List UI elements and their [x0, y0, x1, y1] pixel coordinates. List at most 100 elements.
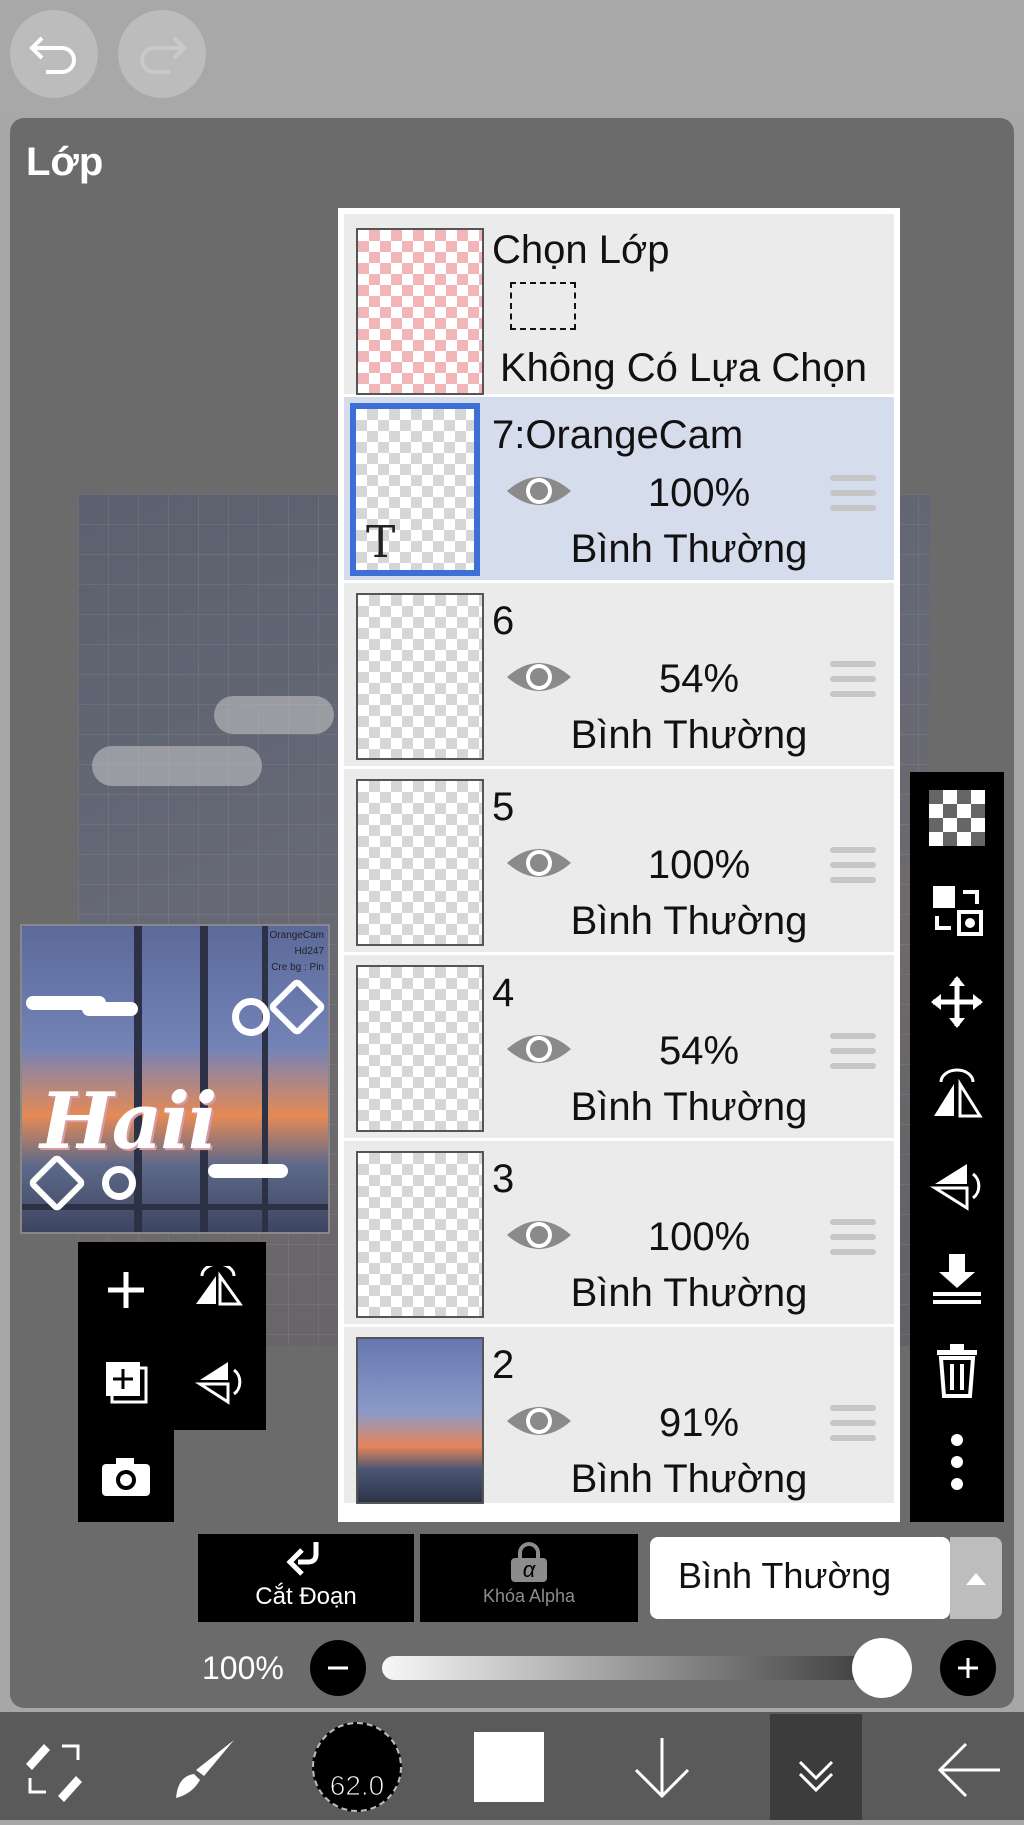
layer-blend-mode: Bình Thường: [570, 1457, 808, 1501]
layer-name: 4: [492, 971, 515, 1015]
checkerboard-icon: [929, 790, 985, 846]
transparency-button[interactable]: [910, 772, 1004, 864]
drag-handle-icon[interactable]: [830, 847, 876, 887]
undo-button[interactable]: [10, 10, 98, 98]
selection-subtitle: Không Có Lựa Chọn: [500, 346, 868, 390]
layer-thumbnail: [356, 965, 484, 1132]
layers-list: Chọn Lớp Không Có Lựa Chọn T 7:OrangeCam…: [338, 208, 900, 1522]
layer-row[interactable]: 2 91% Bình Thường: [344, 1327, 894, 1506]
add-layer-button[interactable]: [80, 1244, 172, 1336]
opacity-decrease-button[interactable]: [310, 1640, 366, 1696]
flip-vertical-button[interactable]: [172, 1336, 264, 1428]
alpha-lock-label: Khóa Alpha: [482, 1586, 576, 1606]
opacity-slider-thumb[interactable]: [852, 1638, 912, 1698]
redo-button[interactable]: [118, 10, 206, 98]
layer-thumbnail: [356, 593, 484, 760]
visibility-eye-icon[interactable]: [504, 469, 574, 513]
layer-opacity: 91%: [658, 1401, 740, 1445]
copy-add-icon: [106, 1362, 148, 1404]
delete-layer-button[interactable]: [910, 1324, 1004, 1416]
move-icon: [931, 976, 983, 1028]
camera-button[interactable]: [80, 1430, 172, 1522]
drag-handle-icon[interactable]: [830, 1033, 876, 1073]
brush-size-value: 62.0: [329, 1770, 385, 1802]
layer-row[interactable]: 6 54% Bình Thường: [344, 583, 894, 769]
canvas-shape: [214, 696, 334, 734]
blend-mode-select[interactable]: Bình Thường: [650, 1537, 950, 1619]
flip-horizontal-icon: [196, 1266, 243, 1306]
opacity-label: 100%: [202, 1650, 284, 1686]
more-options-button[interactable]: [910, 1416, 1004, 1508]
color-swatch-button[interactable]: [474, 1732, 544, 1802]
back-button[interactable]: [934, 1738, 1004, 1802]
selection-marquee-icon: [510, 282, 576, 330]
arrow-down-icon: [634, 1738, 690, 1799]
visibility-eye-icon[interactable]: [504, 1027, 574, 1071]
trash-icon: [937, 1344, 977, 1398]
camera-icon: [102, 1458, 150, 1496]
layer-opacity: 54%: [658, 657, 740, 701]
clipping-label: Cắt Đoạn: [255, 1583, 357, 1610]
blend-mode-dropdown-button[interactable]: [950, 1537, 1002, 1619]
flip-vertical-icon: [929, 1164, 981, 1211]
brush-icon: [176, 1740, 234, 1798]
visibility-eye-icon[interactable]: [504, 841, 574, 885]
visibility-eye-icon[interactable]: [504, 1213, 574, 1257]
opacity-slider[interactable]: [382, 1656, 912, 1680]
layer-row[interactable]: 4 54% Bình Thường: [344, 955, 894, 1141]
lock-icon: α: [511, 1542, 547, 1582]
drag-handle-icon[interactable]: [830, 475, 876, 515]
layer-name: 5: [492, 785, 515, 829]
plus-icon: [108, 1272, 144, 1308]
flip-vertical-button[interactable]: [910, 1140, 1004, 1232]
preview-title: Haii: [40, 1076, 217, 1167]
layer-name: 6: [492, 599, 515, 643]
convert-layer-button[interactable]: [910, 864, 1004, 956]
layer-row[interactable]: 3 100% Bình Thường: [344, 1141, 894, 1327]
collapse-chevron-icon: [798, 1760, 834, 1793]
minus-icon: [328, 1666, 348, 1670]
layer-move-down-button[interactable]: [630, 1734, 694, 1804]
drag-handle-icon[interactable]: [830, 1405, 876, 1445]
alpha-lock-button[interactable]: α Khóa Alpha: [420, 1534, 638, 1622]
visibility-eye-icon[interactable]: [504, 1399, 574, 1443]
merge-down-button[interactable]: [910, 1232, 1004, 1324]
merge-down-icon: [933, 1254, 981, 1304]
canvas-preview[interactable]: OrangeCam Hd247 Cre bg : Pin Haii: [20, 924, 330, 1234]
visibility-eye-icon[interactable]: [504, 655, 574, 699]
flip-horizontal-button[interactable]: [910, 1048, 1004, 1140]
more-vertical-icon: [951, 1434, 963, 1490]
layer-name: 7:OrangeCam: [492, 413, 744, 457]
flip-vertical-icon: [194, 1362, 242, 1405]
right-toolbar: [910, 772, 1004, 1522]
duplicate-layer-button[interactable]: [80, 1336, 172, 1428]
brush-size-button[interactable]: 62.0: [312, 1722, 402, 1812]
opacity-increase-button[interactable]: [940, 1640, 996, 1696]
flip-horizontal-button[interactable]: [172, 1244, 264, 1336]
transform-tool-button[interactable]: [18, 1736, 90, 1802]
drag-handle-icon[interactable]: [830, 1219, 876, 1259]
canvas-shape: [92, 746, 262, 786]
blend-mode-value: Bình Thường: [678, 1555, 892, 1596]
layer-blend-mode: Bình Thường: [570, 713, 808, 757]
layer-row[interactable]: T 7:OrangeCam 100% Bình Thường: [344, 397, 894, 583]
layer-row[interactable]: 5 100% Bình Thường: [344, 769, 894, 955]
layer-name: 2: [492, 1343, 515, 1387]
selection-layer-row[interactable]: Chọn Lớp Không Có Lựa Chọn: [344, 214, 894, 397]
preview-credit: OrangeCam: [269, 930, 324, 941]
drag-handle-icon[interactable]: [830, 661, 876, 701]
clipping-button[interactable]: Cắt Đoạn: [198, 1534, 414, 1622]
undo-icon: [29, 36, 76, 74]
layer-thumbnail: [356, 1337, 484, 1504]
layers-panel-button[interactable]: [770, 1714, 862, 1820]
selection-title: Chọn Lớp: [492, 228, 670, 272]
layer-opacity: 100%: [647, 1215, 751, 1259]
layer-blend-mode: Bình Thường: [570, 899, 808, 943]
layer-opacity: 54%: [658, 1029, 740, 1073]
layer-blend-mode: Bình Thường: [570, 1271, 808, 1315]
brush-tool-button[interactable]: [168, 1736, 242, 1802]
layer-name: 3: [492, 1157, 515, 1201]
move-button[interactable]: [910, 956, 1004, 1048]
clip-arrow-icon: [286, 1542, 319, 1576]
layer-opacity: 100%: [647, 471, 751, 515]
